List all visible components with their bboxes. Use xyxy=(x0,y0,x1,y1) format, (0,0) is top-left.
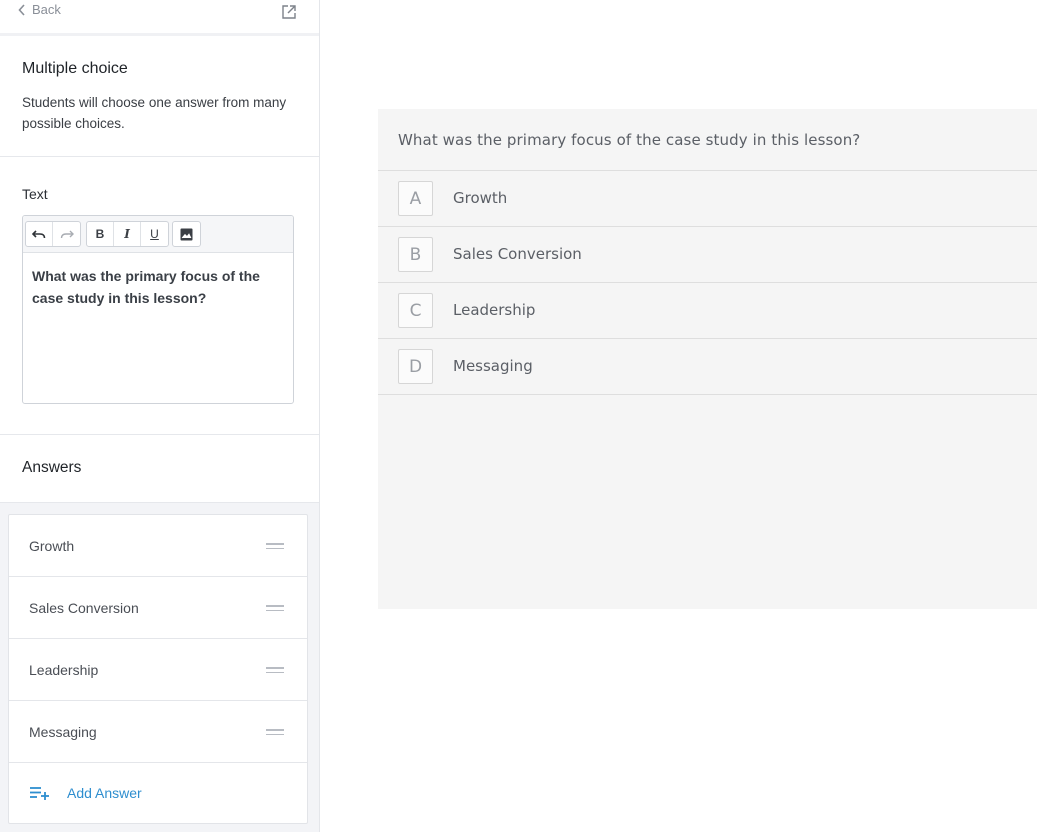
choice-letter: A xyxy=(398,181,433,216)
editor-sidebar: Back Multiple choice Students will choos… xyxy=(0,0,320,832)
history-group xyxy=(25,221,81,247)
choice-letter: B xyxy=(398,237,433,272)
redo-button[interactable] xyxy=(53,222,80,246)
text-field-label: Text xyxy=(22,186,48,202)
answer-list: Growth Sales Conversion Leadership Messa… xyxy=(8,514,308,824)
choice-label: Sales Conversion xyxy=(453,245,582,263)
choice-option[interactable]: D Messaging xyxy=(378,339,1037,395)
drag-handle-icon[interactable] xyxy=(266,543,284,550)
italic-button[interactable]: I xyxy=(114,222,141,246)
divider xyxy=(0,434,319,435)
undo-button[interactable] xyxy=(26,222,53,246)
back-button[interactable]: Back xyxy=(18,2,61,17)
format-group: B I U xyxy=(86,221,169,247)
choice-list: A Growth B Sales Conversion C Leadership… xyxy=(378,171,1037,395)
answer-item[interactable]: Leadership xyxy=(9,639,307,701)
add-answer-button[interactable]: Add Answer xyxy=(9,763,307,823)
preview-question: What was the primary focus of the case s… xyxy=(398,131,861,149)
answer-label: Leadership xyxy=(29,661,99,678)
answer-item[interactable]: Growth xyxy=(9,515,307,577)
answer-item[interactable]: Sales Conversion xyxy=(9,577,307,639)
choice-label: Leadership xyxy=(453,301,536,319)
add-answer-label: Add Answer xyxy=(67,785,142,801)
redo-icon xyxy=(60,230,74,239)
rich-text-editor: B I U What was the primary focus of the … xyxy=(22,215,294,404)
choice-letter: C xyxy=(398,293,433,328)
drag-handle-icon[interactable] xyxy=(266,667,284,674)
chevron-left-icon xyxy=(18,3,25,16)
drag-handle-icon[interactable] xyxy=(266,729,284,736)
editor-toolbar: B I U xyxy=(23,216,293,253)
choice-option[interactable]: C Leadership xyxy=(378,283,1037,339)
back-label: Back xyxy=(32,2,61,17)
answer-label: Messaging xyxy=(29,723,97,740)
question-type-info: Multiple choice Students will choose one… xyxy=(22,60,302,134)
image-icon xyxy=(180,228,193,240)
answer-item[interactable]: Messaging xyxy=(9,701,307,763)
drag-handle-icon[interactable] xyxy=(266,605,284,612)
editor-content[interactable]: What was the primary focus of the case s… xyxy=(23,253,293,403)
answers-area: Growth Sales Conversion Leadership Messa… xyxy=(0,502,319,832)
bold-button[interactable]: B xyxy=(87,222,114,246)
underline-button[interactable]: U xyxy=(141,222,168,246)
choice-option[interactable]: B Sales Conversion xyxy=(378,227,1037,283)
answers-heading: Answers xyxy=(22,459,82,476)
insert-image-button[interactable] xyxy=(173,222,200,246)
divider xyxy=(0,156,319,157)
question-preview: What was the primary focus of the case s… xyxy=(378,109,1037,609)
external-link-icon[interactable] xyxy=(281,4,297,20)
undo-icon xyxy=(32,230,46,239)
choice-option[interactable]: A Growth xyxy=(378,171,1037,227)
back-bar: Back xyxy=(0,0,319,36)
choice-letter: D xyxy=(398,349,433,384)
add-list-icon xyxy=(30,787,49,800)
question-type-description: Students will choose one answer from man… xyxy=(22,95,287,131)
question-type-title: Multiple choice xyxy=(22,60,128,77)
choice-label: Messaging xyxy=(453,357,533,375)
insert-group xyxy=(172,221,201,247)
choice-label: Growth xyxy=(453,189,508,207)
answer-label: Growth xyxy=(29,537,75,554)
answer-label: Sales Conversion xyxy=(29,599,139,616)
